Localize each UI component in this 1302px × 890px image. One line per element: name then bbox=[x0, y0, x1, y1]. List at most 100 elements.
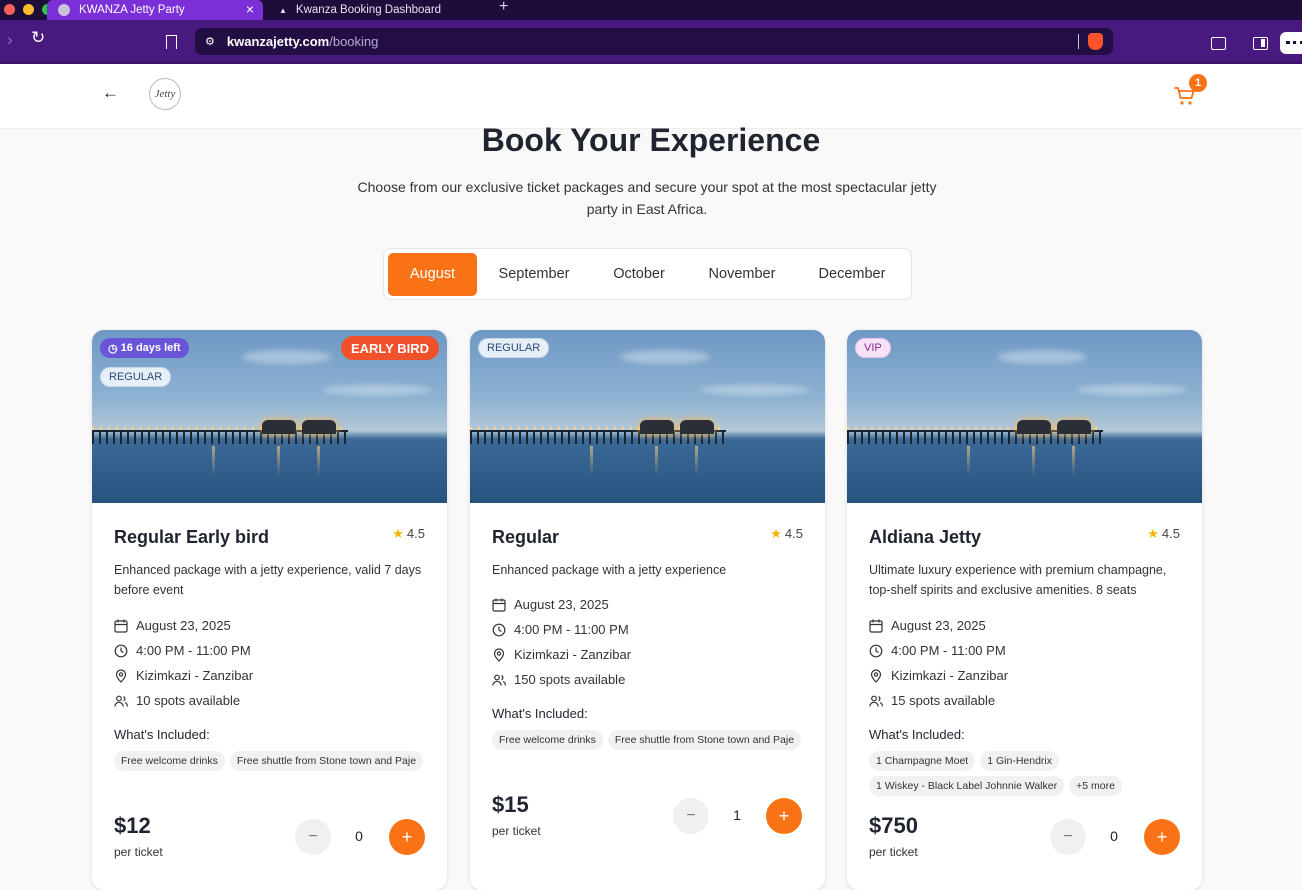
included-chip: 1 Gin-Hendrix bbox=[980, 751, 1060, 771]
ticket-price: $750 bbox=[869, 813, 918, 838]
card-description: Enhanced package with a jetty experience… bbox=[114, 563, 422, 597]
card-title: Regular Early bird bbox=[114, 527, 270, 547]
close-tab-icon[interactable]: × bbox=[246, 1, 254, 17]
decrease-quantity-button[interactable]: − bbox=[673, 798, 709, 834]
browser-tab-active[interactable]: KWANZA Jetty Party × bbox=[47, 0, 263, 20]
brave-shield-icon[interactable] bbox=[1088, 33, 1103, 50]
per-ticket-label: per ticket bbox=[114, 845, 163, 859]
ticket-price: $15 bbox=[492, 792, 529, 817]
forward-icon[interactable]: › bbox=[7, 30, 13, 50]
tab-october[interactable]: October bbox=[591, 253, 687, 296]
bookmark-icon[interactable] bbox=[166, 35, 177, 49]
calendar-icon bbox=[114, 619, 128, 633]
quantity-value: 1 bbox=[733, 807, 741, 823]
decrease-quantity-button[interactable]: − bbox=[1050, 819, 1086, 855]
rating-value: 4.5 bbox=[784, 526, 803, 541]
cart-count-badge: 1 bbox=[1189, 74, 1207, 92]
site-header: ← Jetty 1 bbox=[0, 64, 1302, 129]
included-heading: What's Included: bbox=[492, 706, 588, 721]
included-chip: Free welcome drinks bbox=[492, 730, 603, 750]
page-title: Book Your Experience bbox=[481, 122, 821, 158]
rating: ★ 4.5 bbox=[770, 526, 803, 542]
map-pin-icon bbox=[115, 668, 127, 683]
rating: ★ 4.5 bbox=[392, 526, 425, 542]
type-badge: REGULAR bbox=[100, 367, 172, 387]
event-time: 4:00 PM - 11:00 PM bbox=[114, 643, 251, 658]
card-title: Aldiana Jetty bbox=[869, 527, 982, 547]
minimize-window-icon[interactable] bbox=[23, 4, 34, 15]
date-text: August 23, 2025 bbox=[891, 618, 986, 633]
more-included-chip[interactable]: +5 more bbox=[1069, 776, 1122, 796]
star-icon: ★ bbox=[770, 526, 782, 541]
included-chip: Free shuttle from Stone town and Paje bbox=[607, 730, 802, 750]
event-spots: 15 spots available bbox=[869, 693, 995, 708]
reload-icon[interactable]: ↻ bbox=[31, 28, 45, 48]
card-description: Ultimate luxury experience with premium … bbox=[869, 563, 1167, 597]
private-mode-icon[interactable] bbox=[1280, 32, 1302, 54]
ticket-price: $12 bbox=[114, 813, 151, 838]
star-icon: ★ bbox=[1147, 526, 1159, 541]
increase-quantity-button[interactable]: + bbox=[1144, 819, 1180, 855]
jetty-logo[interactable]: Jetty bbox=[149, 78, 181, 110]
users-icon bbox=[869, 695, 883, 707]
type-badge: REGULAR bbox=[478, 338, 550, 358]
included-list: Free welcome drinks Free shuttle from St… bbox=[114, 751, 434, 771]
spots-text: 150 spots available bbox=[514, 672, 626, 687]
users-icon bbox=[492, 674, 506, 686]
site-settings-icon[interactable]: ⚙ bbox=[205, 35, 215, 48]
location-text: Kizimkazi - Zanzibar bbox=[891, 668, 1009, 683]
spots-text: 15 spots available bbox=[891, 693, 996, 708]
event-date: August 23, 2025 bbox=[114, 618, 231, 633]
clock-icon bbox=[492, 623, 506, 636]
quantity-value: 0 bbox=[355, 828, 363, 844]
tab-november[interactable]: November bbox=[687, 253, 797, 296]
date-text: August 23, 2025 bbox=[514, 597, 609, 612]
included-chip: Free welcome drinks bbox=[114, 751, 225, 771]
per-ticket-label: per ticket bbox=[869, 845, 918, 859]
event-time: 4:00 PM - 11:00 PM bbox=[869, 643, 1006, 658]
included-heading: What's Included: bbox=[869, 727, 965, 742]
quantity-value: 0 bbox=[1110, 828, 1118, 844]
increase-quantity-button[interactable]: + bbox=[389, 819, 425, 855]
ticket-card-regular: REGULAR Regular ★ 4.5 Enhanced package wi… bbox=[470, 330, 825, 890]
tab-december[interactable]: December bbox=[797, 253, 907, 296]
tab-title: Kwanza Booking Dashboard bbox=[295, 4, 442, 16]
event-spots: 10 spots available bbox=[114, 693, 240, 708]
browser-tab[interactable]: ▲ Kwanza Booking Dashboard bbox=[279, 0, 441, 20]
month-selector: August September October November Decemb… bbox=[383, 248, 912, 300]
users-icon bbox=[114, 695, 128, 707]
triangle-icon: ▲ bbox=[279, 5, 287, 15]
calendar-icon bbox=[492, 598, 506, 612]
time-text: 4:00 PM - 11:00 PM bbox=[891, 643, 1006, 658]
included-chip: 1 Wiskey - Black Label Johnnie Walker bbox=[869, 776, 1065, 796]
globe-icon bbox=[58, 4, 70, 16]
included-list: 1 Champagne Moet 1 Gin-Hendrix 1 Wiskey … bbox=[869, 751, 1189, 796]
tab-title: KWANZA Jetty Party bbox=[79, 4, 185, 16]
screenshot-icon[interactable] bbox=[1211, 37, 1226, 50]
back-arrow-icon[interactable]: ← bbox=[102, 83, 119, 103]
rating: ★ 4.5 bbox=[1147, 526, 1180, 542]
event-spots: 150 spots available bbox=[492, 672, 625, 687]
event-location: Kizimkazi - Zanzibar bbox=[869, 668, 1008, 683]
increase-quantity-button[interactable]: + bbox=[766, 798, 802, 834]
ticket-card-vip: VIP Aldiana Jetty ★ 4.5 Ultimate luxury e… bbox=[847, 330, 1202, 890]
window-controls[interactable] bbox=[4, 4, 53, 15]
location-text: Kizimkazi - Zanzibar bbox=[514, 647, 632, 662]
days-left-badge: ◷ 16 days left bbox=[100, 338, 189, 358]
new-tab-icon[interactable]: + bbox=[499, 0, 508, 16]
rating-value: 4.5 bbox=[406, 526, 425, 541]
tab-september[interactable]: September bbox=[477, 253, 591, 296]
early-bird-badge: EARLY BIRD bbox=[340, 336, 439, 360]
close-window-icon[interactable] bbox=[4, 4, 15, 15]
sidebar-icon[interactable] bbox=[1253, 37, 1268, 50]
tab-august[interactable]: August bbox=[388, 252, 477, 296]
decrease-quantity-button[interactable]: − bbox=[295, 819, 331, 855]
per-ticket-label: per ticket bbox=[492, 824, 541, 838]
address-bar[interactable]: ⚙ kwanzajetty.com/booking bbox=[195, 28, 1113, 55]
url-path: /booking bbox=[329, 34, 379, 49]
event-location: Kizimkazi - Zanzibar bbox=[114, 668, 253, 683]
map-pin-icon bbox=[493, 647, 505, 662]
calendar-icon bbox=[869, 619, 883, 633]
included-chip: Free shuttle from Stone town and Paje bbox=[229, 751, 424, 771]
divider bbox=[1078, 34, 1079, 49]
